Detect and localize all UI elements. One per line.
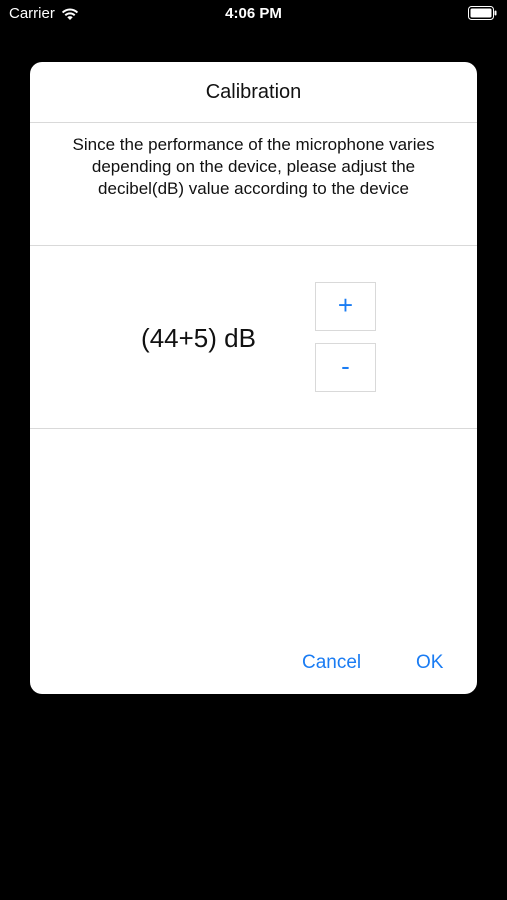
cancel-button[interactable]: Cancel: [302, 651, 361, 675]
dialog-title: Calibration: [30, 62, 477, 123]
increase-button[interactable]: +: [315, 282, 376, 331]
ok-button[interactable]: OK: [416, 651, 443, 675]
db-value: (44+5) dB: [141, 323, 256, 353]
dialog-message: Since the performance of the microphone …: [30, 123, 477, 246]
clock: 4:06 PM: [225, 5, 282, 22]
calibration-dialog: Calibration Since the performance of the…: [30, 62, 477, 694]
decrease-button[interactable]: -: [315, 343, 376, 392]
calibration-row: (44+5) dB + -: [30, 246, 477, 429]
status-bar: Carrier 4:06 PM: [0, 0, 507, 28]
screen: Carrier 4:06 PM Calibration Since the pe…: [0, 0, 507, 900]
battery-icon: [468, 6, 498, 20]
